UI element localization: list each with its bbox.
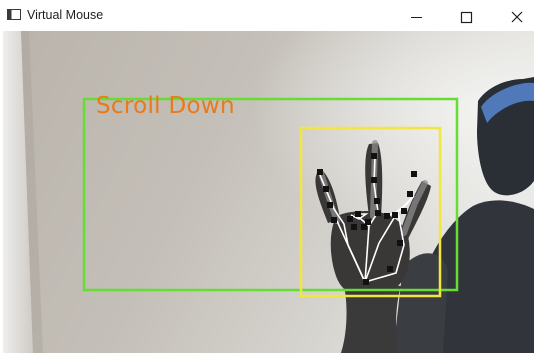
close-button[interactable] — [496, 4, 536, 28]
gesture-label: Scroll Down — [96, 93, 235, 119]
maximize-icon — [460, 11, 473, 24]
virtual-mouse-window: Virtual Mouse Scroll Down — [0, 0, 537, 356]
window-title: Virtual Mouse — [27, 8, 104, 22]
close-icon — [511, 11, 523, 23]
app-window-icon — [7, 9, 21, 20]
title-bar[interactable]: Virtual Mouse — [0, 0, 537, 31]
camera-frame — [3, 31, 534, 353]
camera-feed: Scroll Down — [3, 31, 534, 353]
minimize-button[interactable] — [396, 4, 436, 28]
minimize-icon — [411, 17, 422, 18]
maximize-button[interactable] — [446, 4, 486, 28]
